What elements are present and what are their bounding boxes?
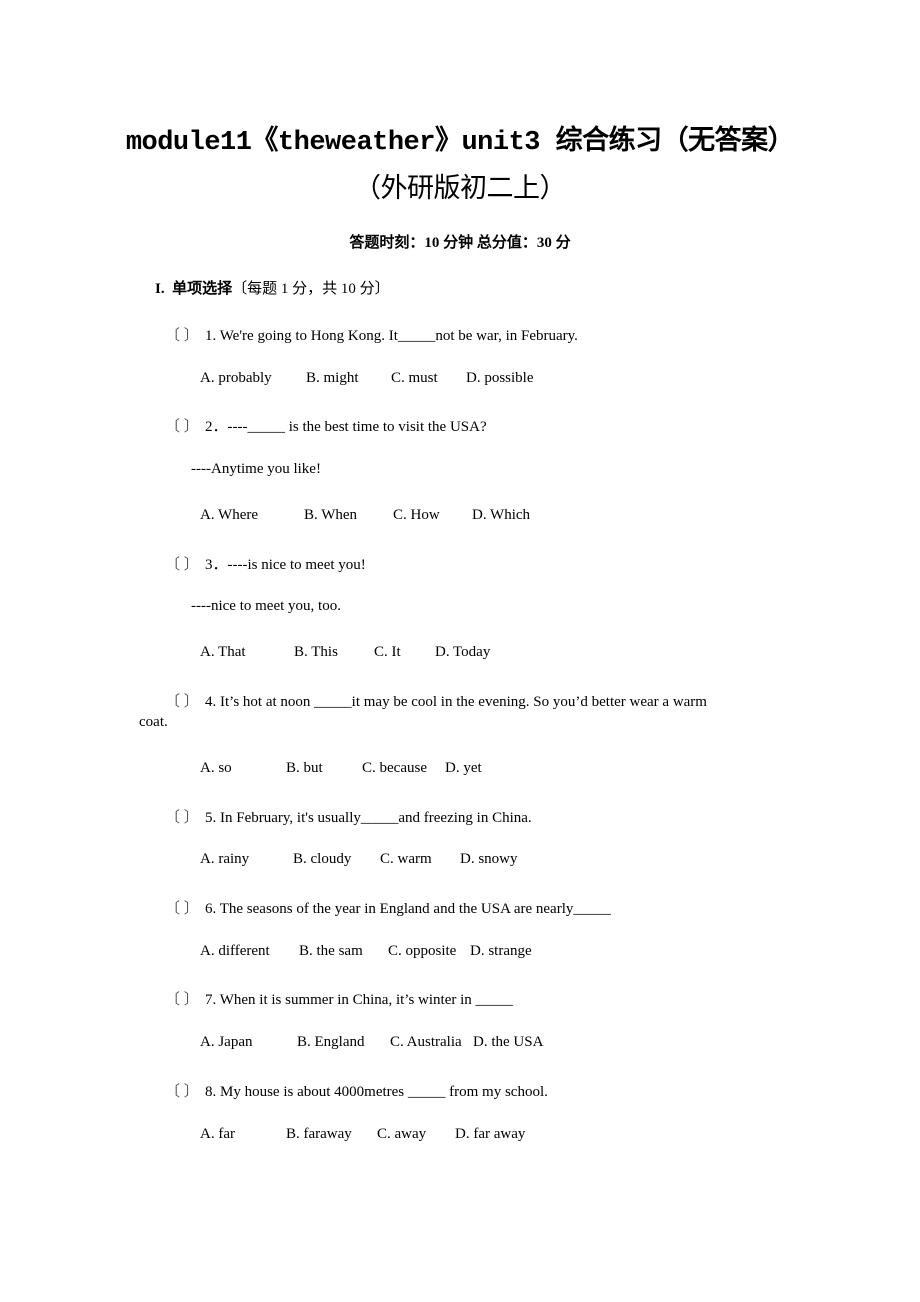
question-stem: 1. We're going to Hong Kong. It_____not … — [205, 328, 578, 344]
answer-bracket: 〔 〕 — [165, 557, 199, 573]
question-1-options: A. probably B. might C. must D. possible — [200, 370, 534, 387]
option-a: A. That — [200, 644, 246, 660]
question-stem: 4. It’s hot at noon _____it may be cool … — [205, 694, 707, 710]
option-c: C. because — [362, 760, 427, 776]
option-d: D. Which — [472, 507, 531, 523]
question-7-options: A. Japan B. England C. Australia D. the USA — [200, 1034, 543, 1051]
option-b: B. but — [286, 760, 323, 776]
question-4-options: A. so B. but C. because D. yet — [200, 760, 482, 777]
option-b: B. England — [297, 1034, 365, 1050]
option-a: A. far — [200, 1126, 235, 1142]
question-stem: 8. My house is about 4000metres _____ fr… — [205, 1084, 548, 1100]
option-d: D. the USA — [473, 1034, 544, 1050]
section-number: I. — [155, 281, 165, 297]
question-1: 〔 〕 1. We're going to Hong Kong. It_____n… — [165, 324, 578, 345]
question-5: 〔 〕 5. In February, it's usually_____and … — [165, 806, 532, 827]
option-d: D. Today — [435, 644, 491, 660]
option-d: D. far away — [455, 1126, 526, 1142]
question-8: 〔 〕 8. My house is about 4000metres _____… — [165, 1080, 548, 1101]
question-stem: 7. When it is summer in China, it’s wint… — [205, 992, 514, 1008]
option-c: C. away — [377, 1126, 427, 1142]
option-d: D. yet — [445, 760, 482, 776]
question-3-reply: ----nice to meet you, too. — [191, 598, 341, 614]
question-7: 〔 〕 7. When it is summer in China, it’s w… — [165, 988, 513, 1009]
section-note: 〔每题 1 分，共 10 分〕 — [232, 281, 390, 297]
option-b: B. cloudy — [293, 851, 352, 867]
question-3-options: A. That B. This C. It D. Today — [200, 644, 490, 661]
option-d: D. strange — [470, 943, 532, 959]
answer-bracket: 〔 〕 — [165, 992, 199, 1008]
document-title: module11《theweather》unit3 综合练习（无答案） — [125, 128, 795, 158]
section-name: 单项选择 — [172, 281, 233, 297]
section-heading: I. 单项选择〔每题 1 分，共 10 分〕 — [155, 277, 390, 298]
question-2-reply: ----Anytime you like! — [191, 461, 321, 477]
answer-bracket: 〔 〕 — [165, 810, 199, 826]
answer-bracket: 〔 〕 — [165, 901, 199, 917]
option-b: B. This — [294, 644, 338, 660]
option-b: B. might — [306, 370, 359, 386]
option-c: C. Australia — [390, 1034, 462, 1050]
answer-bracket: 〔 〕 — [165, 694, 199, 710]
option-c: C. opposite — [388, 943, 457, 959]
question-stem: 6. The seasons of the year in England an… — [205, 901, 611, 917]
question-stem: 2．----_____ is the best time to visit th… — [205, 419, 487, 435]
option-a: A. so — [200, 760, 232, 776]
option-a: A. different — [200, 943, 270, 959]
option-c: C. must — [391, 370, 438, 386]
option-d: D. possible — [466, 370, 534, 386]
question-2: 〔 〕 2．----_____ is the best time to visit… — [165, 415, 487, 436]
option-a: A. probably — [200, 370, 272, 386]
question-4: 〔 〕 4. It’s hot at noon _____it may be co… — [165, 690, 707, 711]
question-8-options: A. far B. faraway C. away D. far away — [200, 1126, 525, 1143]
question-4-stem-continued: coat. — [139, 714, 168, 730]
question-3: 〔 〕 3．----is nice to meet you! — [165, 553, 366, 574]
question-2-options: A. Where B. When C. How D. Which — [200, 507, 530, 524]
answer-bracket: 〔 〕 — [165, 1084, 199, 1100]
option-c: C. warm — [380, 851, 432, 867]
question-5-options: A. rainy B. cloudy C. warm D. snowy — [200, 851, 518, 868]
question-6-options: A. different B. the sam C. opposite D. stra… — [200, 943, 532, 960]
option-b: B. the sam — [299, 943, 363, 959]
option-a: A. Japan — [200, 1034, 253, 1050]
option-c: C. How — [393, 507, 440, 523]
option-a: A. rainy — [200, 851, 250, 867]
question-6: 〔 〕 6. The seasons of the year in England… — [165, 897, 611, 918]
question-stem: 5. In February, it's usually_____and fre… — [205, 810, 532, 826]
answer-bracket: 〔 〕 — [165, 419, 199, 435]
question-stem: 3．----is nice to meet you! — [205, 557, 366, 573]
option-d: D. snowy — [460, 851, 518, 867]
option-a: A. Where — [200, 507, 259, 523]
option-b: B. faraway — [286, 1126, 352, 1142]
document-subtitle: （外研版初二上） — [354, 173, 567, 204]
answer-bracket: 〔 〕 — [165, 328, 199, 344]
exam-meta: 答题时刻：10 分钟 总分值：30 分 — [349, 235, 571, 251]
option-c: C. It — [374, 644, 401, 660]
option-b: B. When — [304, 507, 358, 523]
